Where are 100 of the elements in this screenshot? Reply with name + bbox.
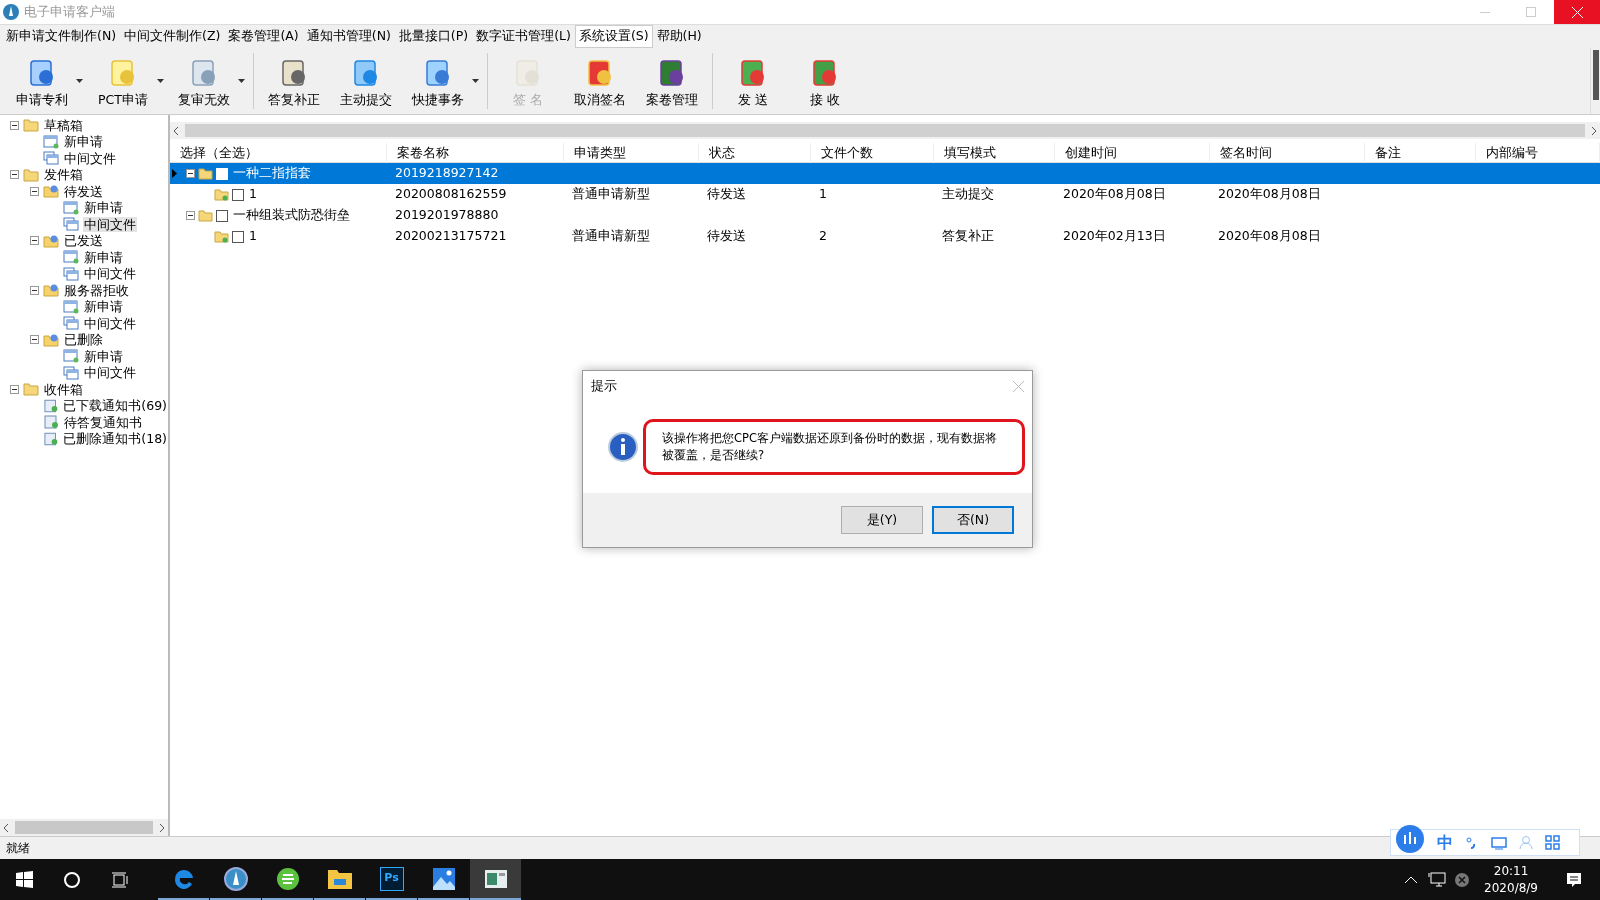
tree-item[interactable]: 新申请 (83, 200, 124, 216)
menu-item[interactable]: 案卷管理(A) (224, 25, 303, 48)
menu-item[interactable]: 帮助(H) (652, 25, 706, 48)
table-cell-text: 普通申请新型 (571, 227, 651, 246)
folder-icon (43, 233, 59, 248)
tree-item[interactable]: 已发送 (63, 233, 104, 249)
toolbar-button[interactable]: 快捷事务 (402, 50, 474, 112)
dialog-message: 该操作将把您CPC客户端数据还原到备份时的数据，现有数据将被覆盖，是否继续? (662, 430, 998, 464)
table-cell-text: 2020年08月08日 (1062, 185, 1167, 204)
toolbar-button[interactable]: 复审无效 (168, 50, 240, 112)
expand-toggle[interactable] (10, 120, 19, 130)
horizontal-scrollbar[interactable] (170, 122, 1600, 139)
table-cell-text: 普通申请新型 (571, 185, 651, 204)
window-icon (63, 200, 79, 215)
folder-icon (326, 867, 353, 890)
tree-item[interactable]: 中间文件 (83, 216, 137, 232)
tree-item[interactable]: 已删除通知书(18) (62, 431, 168, 447)
chevron-up-icon[interactable] (1404, 875, 1419, 884)
info-icon (607, 431, 639, 463)
dropdown-arrow-icon[interactable] (472, 79, 479, 83)
ime-mode[interactable]: 中 (1437, 830, 1453, 855)
tree-item[interactable]: 中间文件 (83, 266, 137, 282)
tree-item[interactable]: 中间文件 (63, 150, 117, 166)
scroll-left-icon[interactable] (4, 823, 9, 832)
window-icon (483, 868, 508, 889)
expand-toggle[interactable] (30, 236, 39, 246)
close-icon (1571, 6, 1583, 18)
windows-logo-icon[interactable] (15, 871, 33, 888)
tree-item[interactable]: 服务器拒收 (63, 282, 130, 298)
dialog-button[interactable]: 否(N) (932, 506, 1014, 534)
windows-icon (63, 217, 79, 232)
expand-toggle[interactable] (186, 211, 195, 220)
taskbar-app[interactable]: Ps (366, 859, 417, 900)
horizontal-scrollbar[interactable] (0, 819, 168, 836)
checkbox[interactable] (216, 209, 228, 222)
keyboard-icon[interactable] (1491, 835, 1507, 850)
table-cell-text: 20200213175721 (394, 227, 508, 246)
expand-toggle[interactable] (30, 335, 39, 345)
tree-item[interactable]: 新申请 (83, 299, 124, 315)
dialog-button[interactable]: 是(Y) (841, 506, 923, 534)
notice-icon (43, 415, 59, 430)
tree-item[interactable]: 收件箱 (43, 381, 84, 397)
toolbar-button[interactable]: 答复补正 (258, 50, 330, 112)
tree-item[interactable]: 新申请 (63, 134, 104, 150)
tree-item[interactable]: 新申请 (83, 348, 124, 364)
menu-item[interactable]: 数字证书管理(L) (472, 25, 575, 48)
tree-item[interactable]: 已下载通知书(69) (62, 398, 168, 414)
toolbar-button[interactable]: 申请专利 (6, 50, 78, 112)
folder-icon (43, 332, 59, 347)
scroll-left-icon[interactable] (174, 126, 179, 135)
expand-toggle[interactable] (30, 186, 39, 196)
dropdown-arrow-icon[interactable] (238, 79, 245, 83)
taskbar-app[interactable] (470, 859, 521, 900)
table-cell-text: 答复补正 (941, 227, 995, 246)
notification-icon[interactable] (1566, 871, 1582, 888)
app-icon (222, 865, 249, 892)
status-text: 就绪 (6, 840, 30, 857)
menu-item[interactable]: 批量接口(P) (394, 25, 473, 48)
tree-item[interactable]: 草稿箱 (43, 117, 84, 133)
folder-icon (214, 230, 229, 243)
scroll-right-icon[interactable] (1591, 126, 1596, 135)
toolbar-button[interactable]: PCT申请 (87, 50, 159, 112)
dropdown-arrow-icon[interactable] (76, 79, 83, 83)
folder-icon (43, 184, 59, 199)
windows-icon (43, 151, 59, 166)
menu-item[interactable]: 新申请文件制作(N) (2, 25, 121, 48)
expand-toggle[interactable] (30, 285, 39, 295)
row-label: 一种组装式防恐街垒 (233, 206, 350, 225)
tree-item[interactable]: 新申请 (83, 249, 124, 265)
error-icon[interactable] (1454, 871, 1471, 888)
scrollbar[interactable] (1590, 48, 1600, 114)
toolbar-button[interactable]: 接 收 (789, 50, 861, 112)
tree-item[interactable]: 待答复通知书 (63, 414, 143, 430)
tree-item[interactable]: 中间文件 (83, 315, 137, 331)
expand-toggle[interactable] (186, 169, 195, 178)
scroll-right-icon[interactable] (159, 823, 164, 832)
menu-item[interactable]: 中间文件制作(Z) (120, 25, 225, 48)
checkbox[interactable] (232, 188, 244, 201)
search-icon[interactable] (63, 870, 81, 889)
tree-item[interactable]: 已删除 (63, 332, 104, 348)
menu-item[interactable]: 系统设置(S) (574, 25, 653, 48)
toolbar-button[interactable]: 主动提交 (330, 50, 402, 112)
grid-icon[interactable] (1545, 835, 1560, 850)
network-icon[interactable] (1428, 871, 1447, 888)
tree-item[interactable]: 待发送 (63, 183, 104, 199)
folder-icon (23, 167, 39, 182)
toolbar-button[interactable]: 发 送 (717, 50, 789, 112)
expand-toggle[interactable] (10, 384, 19, 394)
menu-item[interactable]: 通知书管理(N) (302, 25, 395, 48)
checkbox[interactable] (232, 230, 244, 243)
tree-item[interactable]: 发件箱 (43, 167, 84, 183)
window-icon (63, 349, 79, 364)
toolbar-button[interactable]: 案卷管理 (636, 50, 708, 112)
dropdown-arrow-icon[interactable] (157, 79, 164, 83)
table-cell-text: 2019218927142 (394, 164, 500, 183)
tree-item[interactable]: 中间文件 (83, 365, 137, 381)
task-view-icon[interactable] (111, 871, 129, 888)
expand-toggle[interactable] (10, 170, 19, 180)
toolbar-button[interactable]: 取消签名 (564, 50, 636, 112)
table-row[interactable]: 一种二指指套 2019218927142 (170, 163, 1600, 184)
